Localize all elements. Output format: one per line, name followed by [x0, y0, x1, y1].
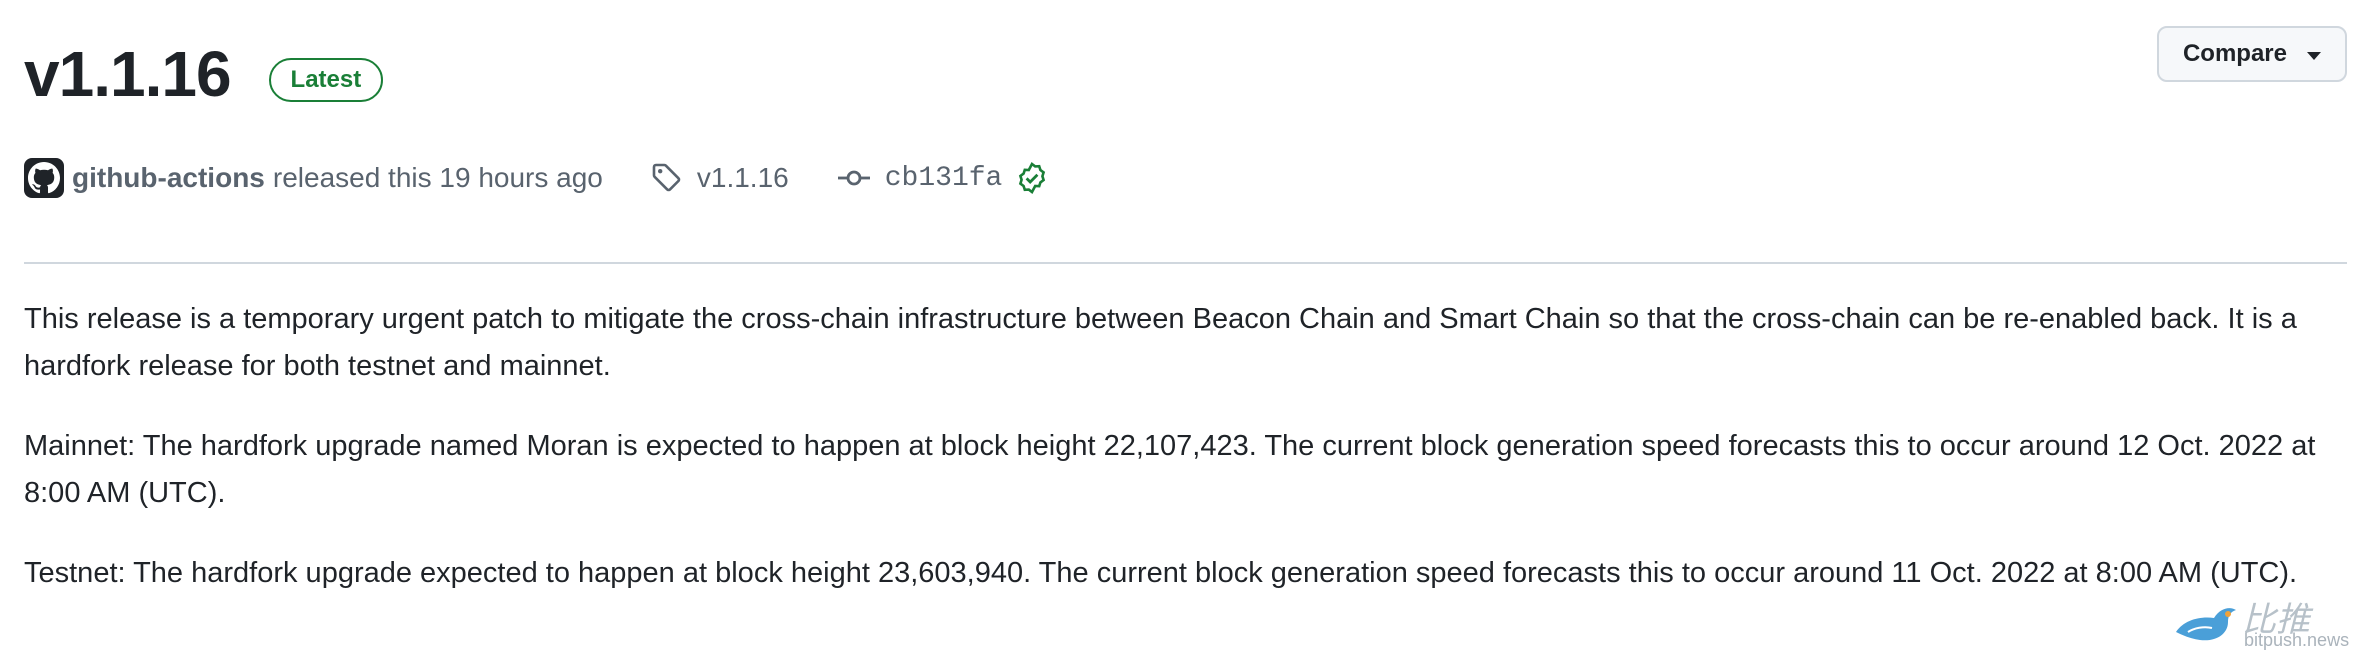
caret-down-icon — [2307, 52, 2321, 60]
release-notes: This release is a temporary urgent patch… — [24, 296, 2347, 630]
divider — [24, 262, 2347, 264]
release-header: v1.1.16 Latest — [24, 30, 384, 118]
verified-check-icon[interactable] — [1016, 162, 1048, 194]
released-time-text: released this 19 hours ago — [272, 162, 603, 193]
release-note-paragraph: Mainnet: The hardfork upgrade named Mora… — [24, 430, 2316, 509]
release-meta: github-actions released this 19 hours ag… — [24, 156, 1048, 200]
commit-link[interactable]: cb131fa — [837, 162, 1049, 194]
commit-sha: cb131fa — [884, 162, 1003, 194]
release-title[interactable]: v1.1.16 — [24, 30, 232, 118]
github-avatar-icon[interactable] — [24, 158, 64, 198]
watermark-url: bitpush.news — [2244, 630, 2350, 650]
bird-logo-icon — [2176, 608, 2236, 641]
compare-button-label: Compare — [2182, 40, 2287, 67]
tag-label: v1.1.16 — [696, 162, 789, 193]
release-page: v1.1.16 Latest Compare github-actions re… — [24, 0, 2347, 666]
release-note-paragraph: Testnet: The hardfork upgrade expected t… — [24, 557, 2298, 589]
latest-badge: Latest — [268, 58, 384, 102]
tag-icon — [652, 163, 681, 192]
tag-link[interactable]: v1.1.16 — [651, 162, 789, 194]
compare-button[interactable]: Compare — [2156, 26, 2347, 82]
release-note-paragraph: This release is a temporary urgent patch… — [24, 303, 2297, 382]
git-commit-icon — [837, 170, 870, 186]
watermark: 比推 bitpush.news — [2170, 588, 2360, 658]
author-link[interactable]: github-actions — [72, 162, 265, 194]
